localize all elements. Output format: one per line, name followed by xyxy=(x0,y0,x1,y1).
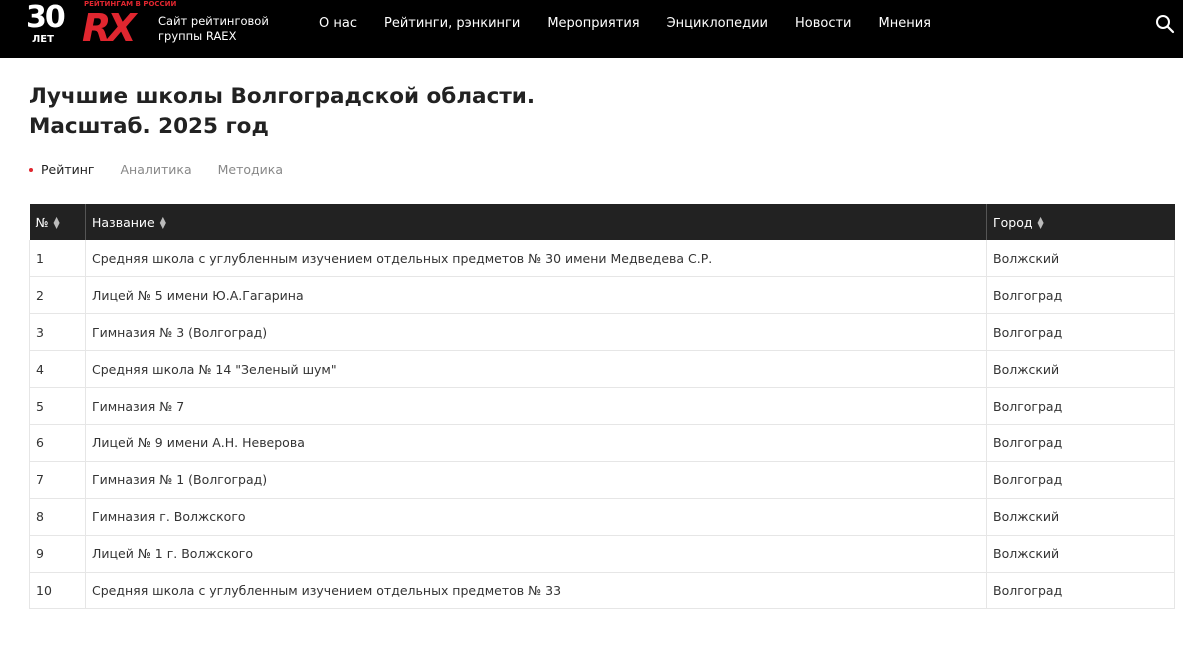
main-nav: О нас Рейтинги, рэнкинги Мероприятия Энц… xyxy=(319,16,958,32)
cell-city: Волгоград xyxy=(986,313,1175,352)
nav-encyclopedias[interactable]: Энциклопедии xyxy=(667,16,768,32)
cell-school-name: Гимназия № 7 xyxy=(85,387,987,425)
tab-rating-label: Рейтинг xyxy=(41,162,95,177)
table-row: 4 Средняя школа № 14 "Зеленый шум" Волжс… xyxy=(29,350,1175,389)
search-icon[interactable] xyxy=(1155,14,1175,34)
cell-city: Волжский xyxy=(986,535,1175,573)
page-title: Лучшие школы Волгоградской области. Масш… xyxy=(29,82,629,142)
table-row: 2 Лицей № 5 имени Ю.А.Гагарина Волгоград xyxy=(29,276,1175,315)
tab-analytics[interactable]: Аналитика xyxy=(121,162,192,178)
cell-school-name: Средняя школа с углубленным изучением от… xyxy=(85,240,987,278)
cell-city: Волгоград xyxy=(986,424,1175,462)
cell-rank: 10 xyxy=(29,572,86,610)
cell-rank: 9 xyxy=(29,535,86,573)
table-row: 6 Лицей № 9 имени А.Н. Неверова Волгогра… xyxy=(29,424,1175,462)
cell-rank: 8 xyxy=(29,498,86,536)
table-row: 8 Гимназия г. Волжского Волжский xyxy=(29,498,1175,536)
cell-school-name: Лицей № 1 г. Волжского xyxy=(85,535,987,573)
cell-school-name: Гимназия № 3 (Волгоград) xyxy=(85,313,987,352)
cell-rank: 7 xyxy=(29,461,86,499)
table-row: 7 Гимназия № 1 (Волгоград) Волгоград xyxy=(29,461,1175,499)
table-row: 5 Гимназия № 7 Волгоград xyxy=(29,387,1175,425)
logo-30: 30 xyxy=(26,0,66,35)
cell-city: Волгоград xyxy=(986,572,1175,610)
tab-rating[interactable]: Рейтинг xyxy=(29,162,95,178)
column-header-number[interactable]: № ▲ ▼ xyxy=(29,204,86,240)
table-row: 10 Средняя школа с углубленным изучением… xyxy=(29,572,1175,610)
table-row: 3 Гимназия № 3 (Волгоград) Волгоград xyxy=(29,313,1175,352)
cell-city: Волжский xyxy=(986,350,1175,389)
site-description: Сайт рейтинговой группы RAEX xyxy=(158,14,269,43)
table-header-row: № ▲ ▼ Название ▲ ▼ Город ▲ ▼ xyxy=(29,204,1175,240)
nav-opinions[interactable]: Мнения xyxy=(879,16,931,32)
top-navigation-bar: 30 ЛЕТ РЕЙТИНГАМ В РОССИИ RX Сайт рейтин… xyxy=(0,0,1183,58)
cell-city: Волгоград xyxy=(986,387,1175,425)
cell-rank: 5 xyxy=(29,387,86,425)
cell-rank: 4 xyxy=(29,350,86,389)
cell-rank: 2 xyxy=(29,276,86,315)
column-header-city[interactable]: Город ▲ ▼ xyxy=(986,204,1175,240)
rating-tabs: Рейтинг Аналитика Методика xyxy=(29,162,309,178)
cell-city: Волгоград xyxy=(986,461,1175,499)
cell-rank: 6 xyxy=(29,424,86,462)
cell-school-name: Средняя школа с углубленным изучением от… xyxy=(85,572,987,610)
cell-city: Волгоград xyxy=(986,276,1175,315)
cell-rank: 3 xyxy=(29,313,86,352)
table-row: 9 Лицей № 1 г. Волжского Волжский xyxy=(29,535,1175,573)
page-title-line-2: Масштаб. 2025 год xyxy=(29,114,269,139)
tab-methodology[interactable]: Методика xyxy=(218,162,283,178)
cell-school-name: Средняя школа № 14 "Зеленый шум" xyxy=(85,350,987,389)
sort-icon: ▲ ▼ xyxy=(53,215,60,230)
sort-icon: ▲ ▼ xyxy=(159,215,166,230)
rating-table: № ▲ ▼ Название ▲ ▼ Город ▲ ▼ 1 Средняя школа с… xyxy=(29,204,1175,610)
table-row: 1 Средняя школа с углубленным изучением … xyxy=(29,240,1175,278)
nav-ratings[interactable]: Рейтинги, рэнкинги xyxy=(384,16,520,32)
cell-rank: 1 xyxy=(29,240,86,278)
column-header-city-label: Город xyxy=(993,214,1033,230)
raex-logo[interactable]: 30 ЛЕТ РЕЙТИНГАМ В РОССИИ RX xyxy=(26,0,176,50)
column-header-number-label: № xyxy=(35,214,49,230)
active-dot-icon xyxy=(29,167,33,172)
cell-school-name: Гимназия г. Волжского xyxy=(85,498,987,536)
logo-rx: RX xyxy=(82,6,137,50)
cell-school-name: Лицей № 5 имени Ю.А.Гагарина xyxy=(85,276,987,315)
sort-icon: ▲ ▼ xyxy=(1037,215,1044,230)
rating-table-container: № ▲ ▼ Название ▲ ▼ Город ▲ ▼ 1 Средняя школа с… xyxy=(29,204,1175,610)
nav-about[interactable]: О нас xyxy=(319,16,357,32)
column-header-name-label: Название xyxy=(92,214,155,230)
logo-years: ЛЕТ xyxy=(32,34,54,45)
cell-city: Волжский xyxy=(986,240,1175,278)
nav-news[interactable]: Новости xyxy=(795,16,852,32)
cell-city: Волжский xyxy=(986,498,1175,536)
page-title-line-1: Лучшие школы Волгоградской области. xyxy=(29,84,536,109)
cell-school-name: Лицей № 9 имени А.Н. Неверова xyxy=(85,424,987,462)
cell-school-name: Гимназия № 1 (Волгоград) xyxy=(85,461,987,499)
nav-events[interactable]: Мероприятия xyxy=(547,16,639,32)
column-header-name[interactable]: Название ▲ ▼ xyxy=(85,204,987,240)
